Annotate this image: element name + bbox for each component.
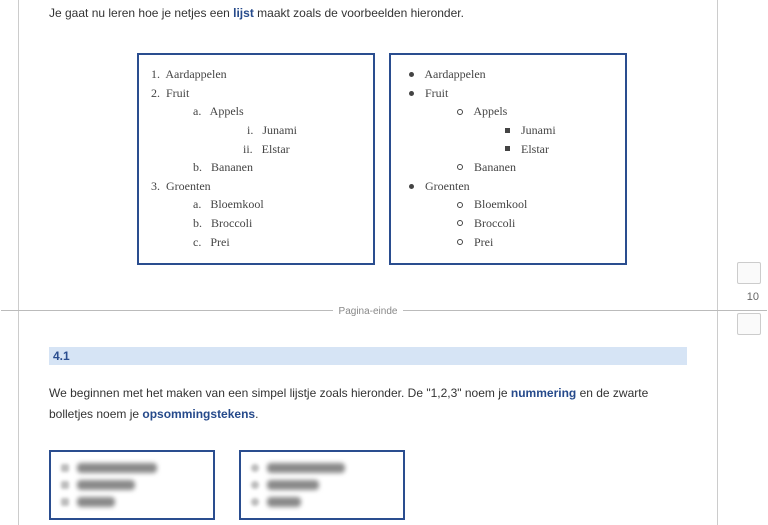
page-break-label: Pagina-einde xyxy=(333,306,404,317)
bullet-circle-icon xyxy=(457,109,463,115)
comment-marker[interactable] xyxy=(737,313,761,335)
paragraph-text: . xyxy=(255,407,258,421)
page-break: Pagina-einde xyxy=(19,303,717,317)
blurred-marker-icon xyxy=(61,481,69,489)
list-item: Elstar xyxy=(403,140,613,159)
list-item: Broccoli xyxy=(403,214,613,233)
list-item: 3. Groenten xyxy=(151,177,361,196)
bullet-circle-icon xyxy=(457,164,463,170)
intro-paragraph: Je gaat nu leren hoe je netjes een lijst… xyxy=(19,0,717,23)
blurred-marker-icon xyxy=(251,464,259,472)
list-example-pair: 1. Aardappelen 2. Fruit a. Appels i. Jun… xyxy=(19,23,717,285)
list-item xyxy=(251,477,393,494)
blurred-numbered-example xyxy=(49,450,215,520)
list-item xyxy=(61,494,203,511)
list-item: c. Prei xyxy=(151,233,361,252)
paragraph-text: We beginnen met het maken van een simpel… xyxy=(49,386,511,400)
bulleted-list-example: Aardappelen Fruit Appels Junami Elstar B… xyxy=(389,53,627,265)
keyword-nummering: nummering xyxy=(511,386,576,400)
list-item: Appels xyxy=(403,102,613,121)
numbered-list-example: 1. Aardappelen 2. Fruit a. Appels i. Jun… xyxy=(137,53,375,265)
blurred-bulleted-example xyxy=(239,450,405,520)
list-item: ii. Elstar xyxy=(151,140,361,159)
blurred-marker-icon xyxy=(61,498,69,506)
list-item: Prei xyxy=(403,233,613,252)
bullet-disc-icon xyxy=(409,184,414,189)
list-item: Junami xyxy=(403,121,613,140)
blurred-marker-icon xyxy=(251,481,259,489)
intro-text-post: maakt zoals de voorbeelden hieronder. xyxy=(254,6,464,20)
small-example-pair xyxy=(19,424,717,520)
list-item: b. Broccoli xyxy=(151,214,361,233)
blurred-marker-icon xyxy=(61,464,69,472)
list-item: a. Bloemkool xyxy=(151,195,361,214)
list-item: Bananen xyxy=(403,158,613,177)
intro-text-pre: Je gaat nu leren hoe je netjes een xyxy=(49,6,233,20)
list-item: Aardappelen xyxy=(403,65,613,84)
list-item: i. Junami xyxy=(151,121,361,140)
blurred-text xyxy=(77,497,115,507)
bullet-square-icon xyxy=(505,146,510,151)
list-item xyxy=(61,477,203,494)
list-item: Groenten xyxy=(403,177,613,196)
document-page: Je gaat nu leren hoe je netjes een lijst… xyxy=(18,0,718,525)
list-item xyxy=(251,460,393,477)
list-item xyxy=(61,460,203,477)
blurred-text xyxy=(77,463,157,473)
blurred-text xyxy=(77,480,135,490)
comment-count: 10 xyxy=(747,291,759,303)
bullet-disc-icon xyxy=(409,91,414,96)
page-break-line xyxy=(399,310,767,311)
list-item: a. Appels xyxy=(151,102,361,121)
page-break-line xyxy=(1,310,361,311)
list-item: 1. Aardappelen xyxy=(151,65,361,84)
comment-marker[interactable] xyxy=(737,262,761,284)
bullet-circle-icon xyxy=(457,239,463,245)
list-item: b. Bananen xyxy=(151,158,361,177)
list-item: 2. Fruit xyxy=(151,84,361,103)
blurred-marker-icon xyxy=(251,498,259,506)
bullet-square-icon xyxy=(505,128,510,133)
list-item xyxy=(251,494,393,511)
bullet-circle-icon xyxy=(457,202,463,208)
blurred-text xyxy=(267,463,345,473)
bullet-circle-icon xyxy=(457,220,463,226)
list-item: Bloemkool xyxy=(403,195,613,214)
blurred-text xyxy=(267,497,301,507)
keyword-opsommingstekens: opsommingstekens xyxy=(142,407,255,421)
blurred-text xyxy=(267,480,319,490)
section-heading: 4.1 xyxy=(49,347,687,365)
bullet-disc-icon xyxy=(409,72,414,77)
intro-keyword-lijst: lijst xyxy=(233,6,254,20)
list-item: Fruit xyxy=(403,84,613,103)
section-paragraph: We beginnen met het maken van een simpel… xyxy=(19,365,717,424)
